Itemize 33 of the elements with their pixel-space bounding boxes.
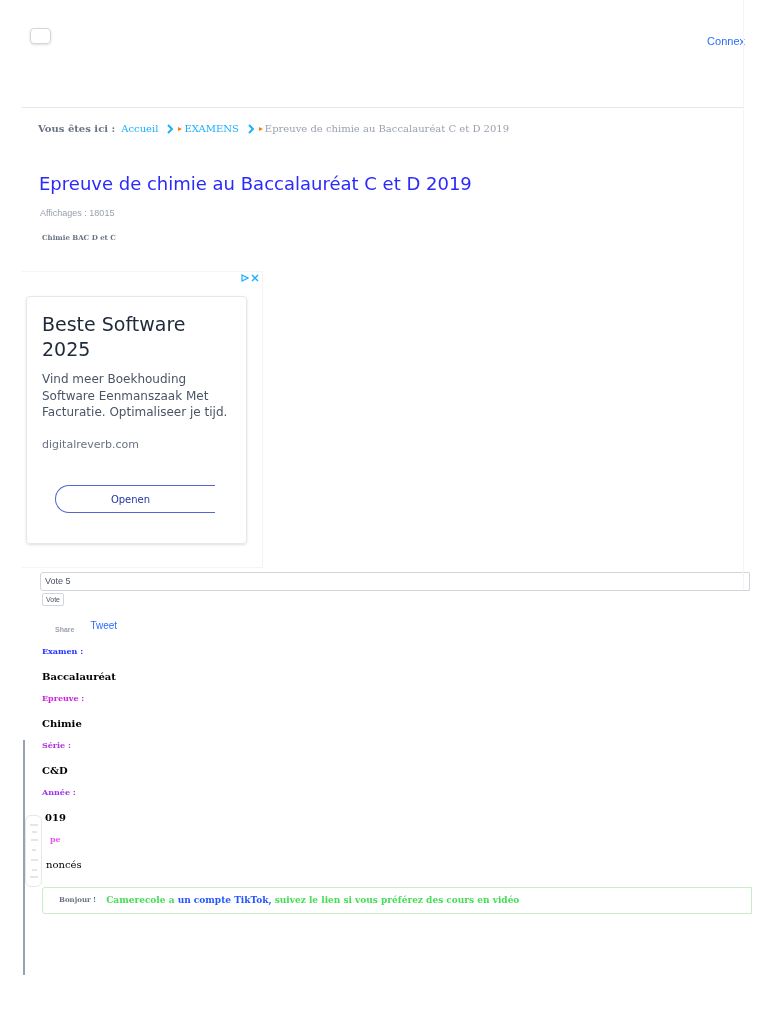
tweet-link[interactable]: Tweet: [90, 618, 118, 633]
tiktok-link[interactable]: un compte TikTok,: [177, 894, 272, 905]
bullet-icon: [258, 126, 263, 131]
notice-text: Camerecole a un compte TikTok, suivez le lien si vous préférez des cours en vidéo: [106, 893, 520, 907]
ad-domain: digitalreverb.com: [42, 436, 140, 453]
breadcrumb-label: Vous êtes ici :: [38, 122, 116, 136]
field-label: Année :: [42, 786, 76, 798]
page-title: Epreuve de chimie au Baccalauréat C et D 2019: [38, 172, 473, 196]
current-page-text: Epreuve de chimie au Baccalauréat C et D 2019: [264, 122, 510, 136]
panel-lines-icon: [29, 822, 38, 880]
close-icon[interactable]: [251, 274, 259, 282]
views-count: Affichages : 18015: [40, 207, 115, 220]
checkbox[interactable]: [30, 28, 51, 44]
breadcrumb-link[interactable]: Accueil: [121, 121, 159, 136]
breadcrumb-link[interactable]: EXAMENS: [184, 121, 239, 136]
field-value: Chimie: [42, 717, 82, 731]
chevron-right-icon: [246, 123, 255, 134]
vote-select[interactable]: Vote 5: [40, 572, 750, 591]
field-value: 019: [45, 811, 66, 825]
field-label: Examen :: [42, 645, 84, 657]
bullet-icon: [178, 126, 183, 131]
field-label: Série :: [42, 739, 71, 751]
login-link[interactable]: Connex: [707, 33, 745, 50]
field-value: noncés: [46, 858, 82, 872]
chevron-right-icon: [166, 123, 175, 134]
field-value: C&D: [42, 764, 68, 778]
ad-choices-icon[interactable]: [241, 274, 249, 282]
ad-title: Beste Software 2025: [42, 312, 187, 362]
field-label: pe: [50, 833, 61, 845]
field-label: Epreuve :: [42, 692, 85, 704]
ad-text: Vind meer Boekhouding Software Eenmanszaak Met Facturatie. Optimaliseer je tijd.: [42, 371, 229, 421]
field-value: Baccalauréat: [42, 670, 116, 684]
floating-panel[interactable]: [25, 815, 42, 887]
